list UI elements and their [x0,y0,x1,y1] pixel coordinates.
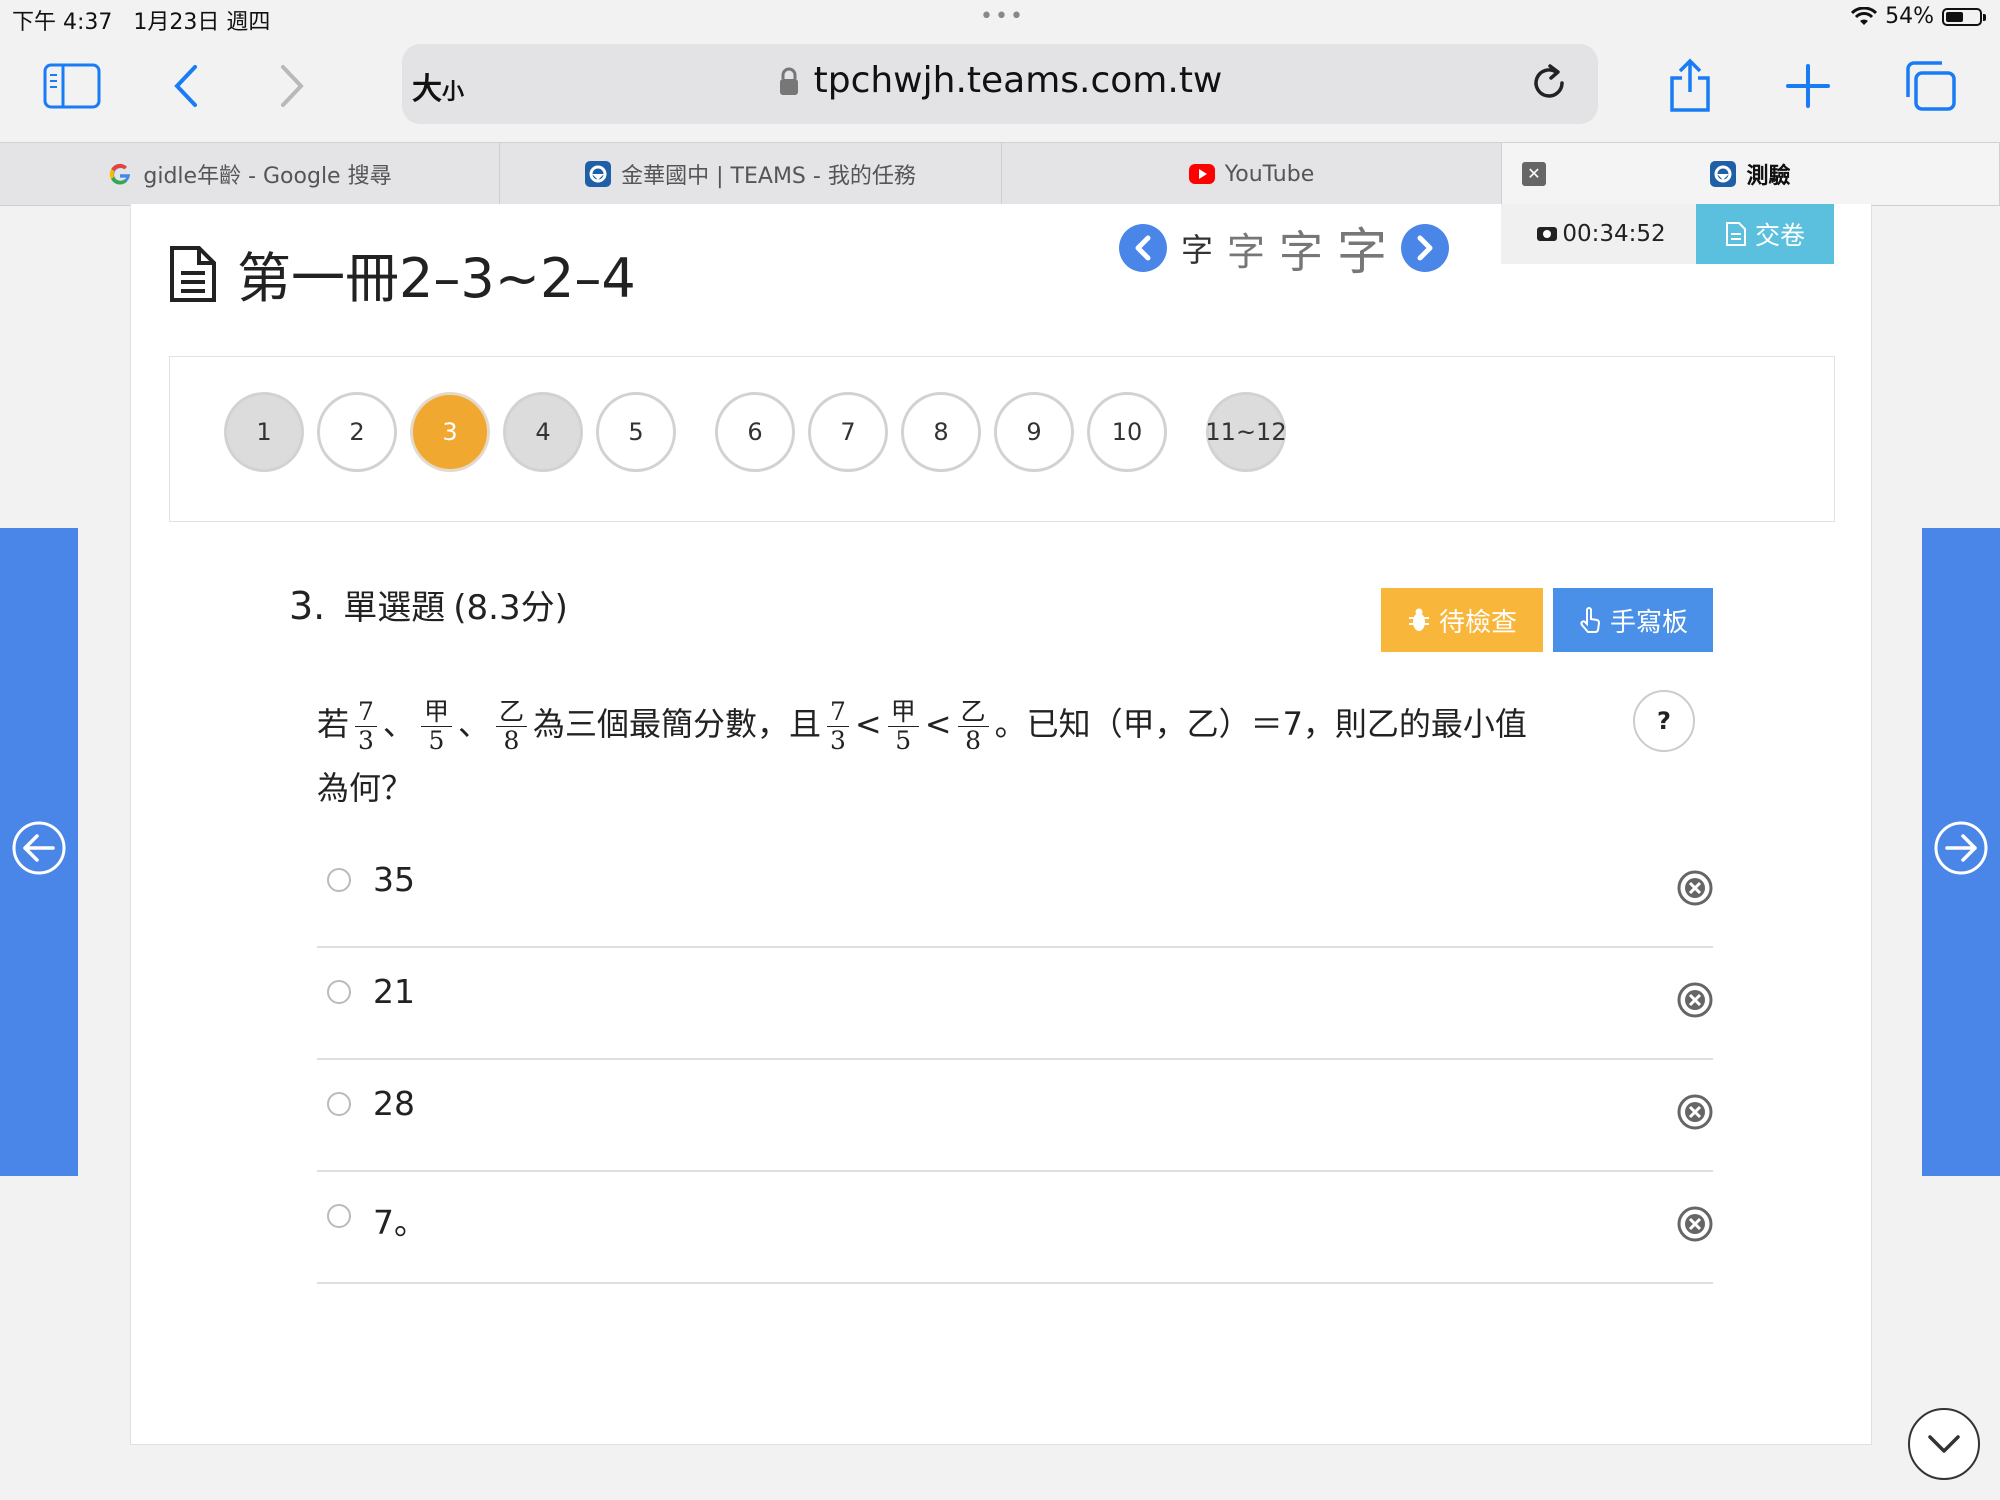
font-size-option[interactable]: 字 [1337,212,1387,284]
fraction: 甲5 [887,697,919,755]
handwriting-pad-button[interactable]: 手寫板 [1553,588,1713,652]
close-tab-icon[interactable]: ✕ [1522,162,1546,186]
teams-icon [585,161,612,187]
option-label: 35 [373,860,415,899]
document-icon [170,245,216,302]
fraction: 73 [355,697,377,755]
question-nav-button[interactable]: 5 [596,392,676,472]
tab-label: gidle年齡 - Google 搜尋 [143,164,392,189]
mark-for-review-button[interactable]: 待檢查 [1381,588,1543,652]
font-size-option[interactable]: 字 [1181,225,1213,271]
question-stem: 若 7 3、甲 5、乙 8 為三個最簡分數，且 7 3 < 甲 5 < 乙 8 。已知（甲，乙）＝7，則乙的… [317,696,1527,807]
back-icon[interactable] [156,56,216,116]
quiz-title: 第一冊2–3~2–4 [237,247,636,310]
tab-label: 金華國中 | TEAMS - 我的任務 [621,164,916,189]
font-size-option[interactable]: 字 [1227,221,1265,276]
submit-document-icon [1725,222,1746,246]
tab-teams-tasks[interactable]: 金華國中 | TEAMS - 我的任務 [500,143,1002,205]
forward-icon[interactable] [262,56,322,116]
question-number: 3. [289,584,326,628]
tab-bar: gidle年齡 - Google 搜尋 金華國中 | TEAMS - 我的任務 … [0,142,2000,206]
submit-button[interactable]: 交卷 [1696,204,1834,264]
question-header: 3. 單選題 (8.3分) [289,580,568,629]
radio-button[interactable] [327,1092,351,1116]
answer-options: 35 21 28 7。 [317,836,1713,1284]
url-text[interactable]: tpchwjh.teams.com.tw [402,60,1598,101]
new-tab-icon[interactable] [1778,56,1838,116]
eliminate-option-icon[interactable] [1677,982,1713,1018]
next-question-panel[interactable] [1922,528,2000,1176]
tab-label: 測驗 [1746,164,1791,189]
browser-toolbar: 大小 tpchwjh.teams.com.tw [0,36,2000,142]
status-time: 下午 4:37 1月23日 週四 [12,10,271,35]
clock-icon [1537,227,1558,241]
status-bar: 下午 4:37 1月23日 週四 ••• 54% [0,0,2000,36]
question-nav-button[interactable]: 1 [224,392,304,472]
radio-button[interactable] [327,1204,351,1228]
eliminate-option-icon[interactable] [1677,1206,1713,1242]
answer-option[interactable]: 21 [317,948,1713,1060]
question-nav-button[interactable]: 7 [808,392,888,472]
chevron-down-icon [1928,1435,1960,1453]
answer-option[interactable]: 7。 [317,1172,1713,1284]
scroll-down-button[interactable] [1908,1408,1980,1480]
bug-icon [1408,608,1429,631]
tab-quiz[interactable]: ✕ 測驗 [1502,143,2000,205]
reload-icon[interactable] [1526,60,1572,106]
radio-button[interactable] [327,980,351,1004]
question-nav-button[interactable]: 9 [994,392,1074,472]
battery-percent: 54% [1885,4,1934,29]
question-type: 單選題 [343,588,446,628]
question-nav-button[interactable]: 11~12 [1205,392,1287,472]
fraction: 乙8 [495,697,527,755]
radio-button[interactable] [327,868,351,892]
status-right: 54% [1851,4,1986,29]
question-nav-button[interactable]: 4 [503,392,583,472]
fraction: 甲5 [420,697,452,755]
eliminate-option-icon[interactable] [1677,1094,1713,1130]
option-label: 21 [373,972,415,1011]
question-points: (8.3分) [453,588,568,628]
google-icon [107,161,133,187]
multitask-dots[interactable]: ••• [980,4,1025,29]
fraction: 73 [827,697,849,755]
teams-icon [1710,161,1737,187]
countdown-timer: 00:34:52 [1501,204,1701,264]
font-size-controls: 字 字 字 字 [1119,212,1450,284]
address-bar[interactable]: 大小 tpchwjh.teams.com.tw [402,44,1598,124]
option-label: 7。 [373,1203,427,1242]
tab-google[interactable]: gidle年齡 - Google 搜尋 [0,143,500,205]
youtube-icon [1188,164,1215,184]
page-title: 第一冊2–3~2–4 [169,234,636,313]
quiz-page: 第一冊2–3~2–4 字 字 字 字 00:34:52 交卷 1 2 3 4 5… [130,204,1872,1445]
question-nav-button[interactable]: 8 [901,392,981,472]
question-navigator: 1 2 3 4 5 6 7 8 9 10 11~12 [169,356,1835,522]
answer-option[interactable]: 35 [317,836,1713,948]
question-nav-button[interactable]: 3 [410,392,490,472]
question-nav-button[interactable]: 2 [317,392,397,472]
font-size-option[interactable]: 字 [1279,216,1323,280]
prev-question-panel[interactable] [0,528,78,1176]
battery-icon [1942,7,1986,26]
help-button[interactable]: ? [1633,690,1695,752]
lock-icon [779,67,798,95]
sidebar-toggle-icon[interactable] [42,56,102,116]
tab-youtube[interactable]: YouTube [1002,143,1502,205]
question-nav-button[interactable]: 10 [1087,392,1167,472]
question-nav-button[interactable]: 6 [715,392,795,472]
font-larger-icon[interactable] [1401,224,1450,272]
answer-option[interactable]: 28 [317,1060,1713,1172]
fraction: 乙8 [957,697,989,755]
arrow-left-icon[interactable] [11,820,67,876]
share-icon[interactable] [1660,56,1720,116]
hand-pointer-icon [1580,607,1600,633]
wifi-icon [1851,6,1878,25]
arrow-right-icon[interactable] [1933,820,1989,876]
tab-label: YouTube [1224,161,1315,187]
font-smaller-icon[interactable] [1119,224,1167,272]
option-label: 28 [373,1084,415,1123]
eliminate-option-icon[interactable] [1677,870,1713,906]
tabs-overview-icon[interactable] [1900,56,1960,116]
